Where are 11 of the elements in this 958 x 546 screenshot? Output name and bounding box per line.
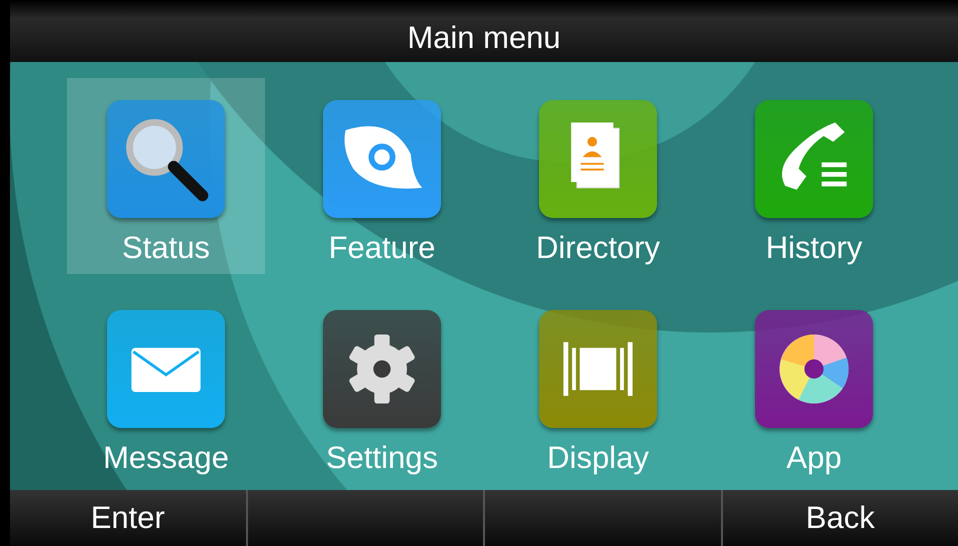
- menu-item[interactable]: App: [715, 288, 913, 484]
- menu-item[interactable]: Message: [67, 288, 265, 484]
- menu-item[interactable]: Status: [67, 78, 265, 274]
- menu-item[interactable]: History: [715, 78, 913, 274]
- screen-title: Main menu: [407, 20, 561, 56]
- menu-item[interactable]: Display: [499, 288, 697, 484]
- menu-item[interactable]: Directory: [499, 78, 697, 274]
- menu-item[interactable]: Settings: [283, 288, 481, 484]
- menu-item[interactable]: Feature: [283, 78, 481, 274]
- softkey-button[interactable]: Enter: [10, 490, 246, 546]
- softkey-button[interactable]: Back: [722, 490, 958, 546]
